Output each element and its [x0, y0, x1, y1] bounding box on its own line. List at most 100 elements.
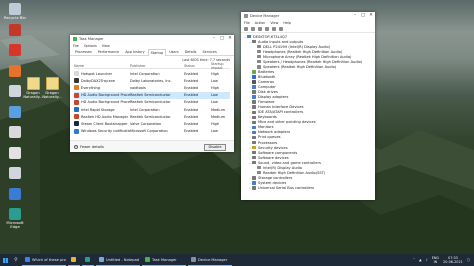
- taskbar-app-label: Which of these pro...: [32, 257, 66, 262]
- properties-icon[interactable]: [258, 27, 262, 31]
- notification-icon[interactable]: ▢: [467, 258, 470, 262]
- table-row[interactable]: HD Audio Background Process Realtek Semic…: [74, 91, 230, 99]
- minimize-icon[interactable]: –: [210, 35, 218, 43]
- publisher-cell: Realtek Semiconductor: [130, 93, 171, 98]
- table-row[interactable]: HD Audio Background Process Realtek Semic…: [74, 99, 230, 106]
- tab-processes[interactable]: Processes: [72, 48, 95, 55]
- table-row[interactable]: DolbyDAX2Tray.exe Dolby Laboratories, Inc…: [74, 77, 230, 84]
- device-icon: [257, 65, 261, 69]
- desktop-icon[interactable]: [2, 105, 28, 119]
- desktop-icon[interactable]: [2, 187, 28, 201]
- column-header-status[interactable]: Status: [184, 64, 211, 68]
- tray-chevron-icon[interactable]: ˄: [413, 258, 415, 262]
- device-manager-title-bar[interactable]: Device Manager – □ ✕: [241, 12, 375, 20]
- tree-node-label: Storage controllers: [258, 175, 293, 180]
- start-button[interactable]: [0, 254, 10, 266]
- minimize-icon[interactable]: –: [351, 12, 359, 20]
- table-row[interactable]: Steam Client Bootstrapper Valve Corporati…: [74, 120, 230, 127]
- forward-icon[interactable]: [251, 27, 255, 31]
- app-icon: [85, 257, 90, 262]
- menu-item[interactable]: Help: [283, 21, 291, 25]
- column-header-startup-impact[interactable]: Startup impact: [211, 62, 230, 70]
- menu-item[interactable]: File: [244, 21, 250, 25]
- tab-startup[interactable]: Startup: [147, 49, 167, 56]
- tab-users[interactable]: Users: [166, 48, 182, 55]
- close-icon[interactable]: ✕: [367, 12, 375, 20]
- impact-cell: High: [211, 121, 220, 126]
- close-icon[interactable]: ✕: [226, 35, 234, 43]
- app-icon: [74, 114, 79, 120]
- table-row[interactable]: Windows Security notification iconMicros…: [74, 128, 230, 135]
- search-icon[interactable]: ⚲: [10, 254, 22, 266]
- task-manager-title-bar[interactable]: Task Manager – □ ✕: [70, 35, 234, 43]
- table-row[interactable]: Intel Rapid Storage Intel Corporation Enab…: [74, 106, 230, 113]
- startup-panel: Last BIOS time: 7.7 seconds Name Publish…: [70, 56, 234, 152]
- tab-details[interactable]: Details: [182, 48, 200, 55]
- desktop-icon[interactable]: Recycle Bin: [2, 3, 28, 20]
- system-tray: ˄ ▲ ♪ ENG IN 07:33 20-06-2021 ▢: [413, 254, 470, 266]
- update-driver-icon[interactable]: [272, 27, 276, 31]
- device-icon: [252, 176, 256, 180]
- network-icon[interactable]: ▲: [419, 258, 422, 262]
- desktop-icon-graphic: [9, 146, 21, 159]
- taskbar-app-button[interactable]: [82, 254, 94, 266]
- clock[interactable]: 07:33 20-06-2021: [443, 256, 463, 264]
- desktop-icon[interactable]: [2, 44, 28, 57]
- desktop-icon[interactable]: [2, 126, 28, 139]
- tab-services[interactable]: Services: [199, 48, 219, 55]
- tab-performance[interactable]: Performance: [95, 48, 123, 55]
- volume-icon[interactable]: ♪: [426, 258, 428, 262]
- tree-node-label: Print queues: [258, 135, 281, 140]
- taskbar-app-button[interactable]: [68, 254, 80, 266]
- language-indicator[interactable]: ENG IN: [432, 256, 439, 264]
- taskbar-app-button[interactable]: Task Manager: [142, 254, 186, 266]
- desktop-icon[interactable]: [2, 146, 28, 160]
- desktop-icon[interactable]: [2, 167, 28, 180]
- table-row[interactable]: Hotspot Launcher Intel Corporation Enabled…: [74, 70, 230, 77]
- app-name-label: Intel Rapid Storage: [81, 107, 115, 112]
- tree-node[interactable]: › Universal Serial Bus controllers: [241, 185, 375, 190]
- desktop-icon[interactable]: [2, 23, 28, 37]
- startup-app-name: DolbyDAX2Tray.exe: [74, 78, 130, 84]
- column-header-publisher[interactable]: Publisher: [130, 64, 184, 68]
- taskbar-app-button[interactable]: Which of these pro...: [22, 254, 66, 266]
- app-name-label: Windows Security notification icon: [81, 129, 130, 134]
- maximize-icon[interactable]: □: [218, 35, 226, 43]
- device-icon: [252, 100, 256, 104]
- tab-app-history[interactable]: App history: [122, 48, 147, 55]
- back-icon[interactable]: [244, 27, 248, 31]
- device-icon: [252, 110, 256, 114]
- table-row[interactable]: Realtek HD Audio Manager Realtek Semicond…: [74, 113, 230, 120]
- tree-node-label: Intel(R) Display Audio: [263, 165, 303, 170]
- taskbar-app-button[interactable]: Device Manager: [188, 254, 232, 266]
- device-manager-window[interactable]: Device Manager – □ ✕ File Action View Help …: [241, 12, 375, 200]
- table-row[interactable]: Everything voidtools Enabled High: [74, 84, 230, 91]
- windows-logo-icon: [2, 257, 8, 263]
- fewer-details-link[interactable]: ˄ Fewer details: [74, 145, 104, 149]
- desktop-icon[interactable]: Microsoft Edge: [2, 208, 28, 230]
- scan-hardware-icon[interactable]: [279, 27, 283, 31]
- task-manager-footer: ˄ Fewer details Disable: [70, 140, 234, 152]
- taskbar-app-button[interactable]: Untitled - Notepad: [96, 254, 140, 266]
- device-icon: [252, 125, 256, 130]
- tree-node-label: Headphones (Realtek High Definition Audi…: [263, 49, 343, 54]
- desktop-file-icon[interactable]: Dragon Naturally...: [41, 77, 63, 99]
- device-icon: [252, 39, 256, 44]
- tree-node-label: DESKTOP-6T3L4Q7: [253, 34, 287, 39]
- impact-cell: High: [211, 71, 220, 76]
- startup-app-name: Windows Security notification icon: [74, 128, 130, 134]
- desktop-icon[interactable]: [2, 64, 28, 78]
- menu-item[interactable]: Action: [255, 21, 266, 25]
- maximize-icon[interactable]: □: [359, 12, 367, 20]
- tree-node-label: Computer: [258, 84, 276, 89]
- column-header-name[interactable]: Name: [74, 64, 130, 68]
- impact-cell: Low: [211, 100, 218, 105]
- status-cell: Enabled: [184, 71, 199, 76]
- disable-button[interactable]: Disable: [204, 143, 226, 151]
- task-manager-window[interactable]: Task Manager – □ ✕ File Options View Proce…: [70, 35, 234, 152]
- menu-item[interactable]: View: [270, 21, 278, 25]
- startup-app-name: Realtek HD Audio Manager: [74, 114, 130, 120]
- taskbar: ⚲ Which of these pro... Untitled - Notepa…: [0, 254, 474, 266]
- app-name-label: Hotspot Launcher: [81, 71, 113, 76]
- help-icon[interactable]: [265, 27, 269, 31]
